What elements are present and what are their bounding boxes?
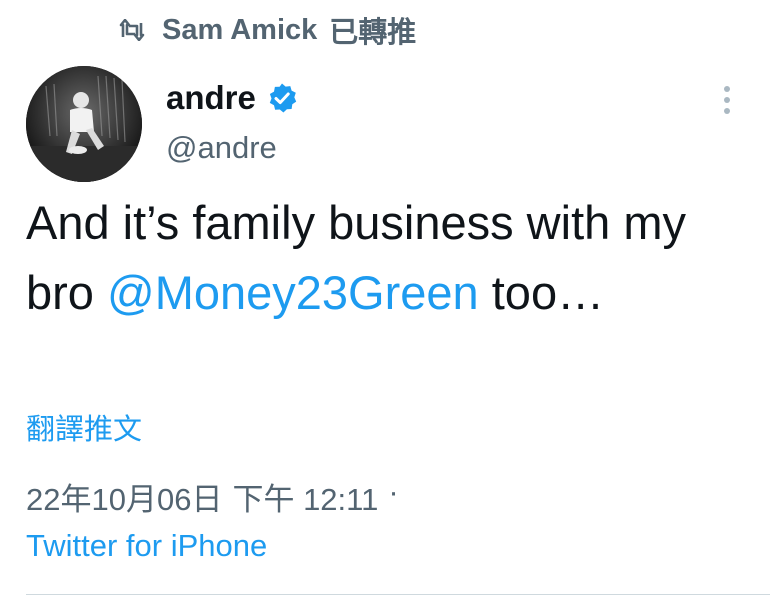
timestamp-date: 22年10月06日 (26, 482, 223, 517)
timestamp-time: 下午 12:11 (232, 482, 379, 517)
dot-icon (724, 108, 730, 114)
translate-tweet-link[interactable]: 翻譯推文 (26, 406, 142, 448)
retweet-context[interactable]: Sam Amick 已轉推 (118, 10, 416, 50)
avatar[interactable] (26, 66, 142, 182)
avatar-photo (26, 66, 142, 182)
author-handle[interactable]: @andre (166, 130, 298, 166)
source-link[interactable]: Twitter for iPhone (26, 528, 267, 564)
tweet-text: And it’s family business with my bro @Mo… (26, 188, 746, 328)
more-options-icon[interactable] (712, 82, 742, 118)
divider (26, 594, 770, 595)
retweet-icon (119, 19, 145, 41)
tweet-text-part2: too… (478, 266, 605, 319)
dot-icon (724, 97, 730, 103)
verified-badge-icon (269, 83, 297, 113)
mention-link[interactable]: @Money23Green (107, 266, 479, 319)
author-display-name[interactable]: andre (166, 79, 256, 117)
retweet-label: 已轉推 (329, 17, 417, 49)
author-block[interactable]: andre @andre (166, 74, 298, 166)
timestamp-separator: · (388, 474, 399, 509)
timestamp[interactable]: 22年10月06日 下午 12:11 · (26, 474, 399, 519)
retweeter-name[interactable]: Sam Amick (162, 14, 317, 47)
dot-icon (724, 86, 730, 92)
